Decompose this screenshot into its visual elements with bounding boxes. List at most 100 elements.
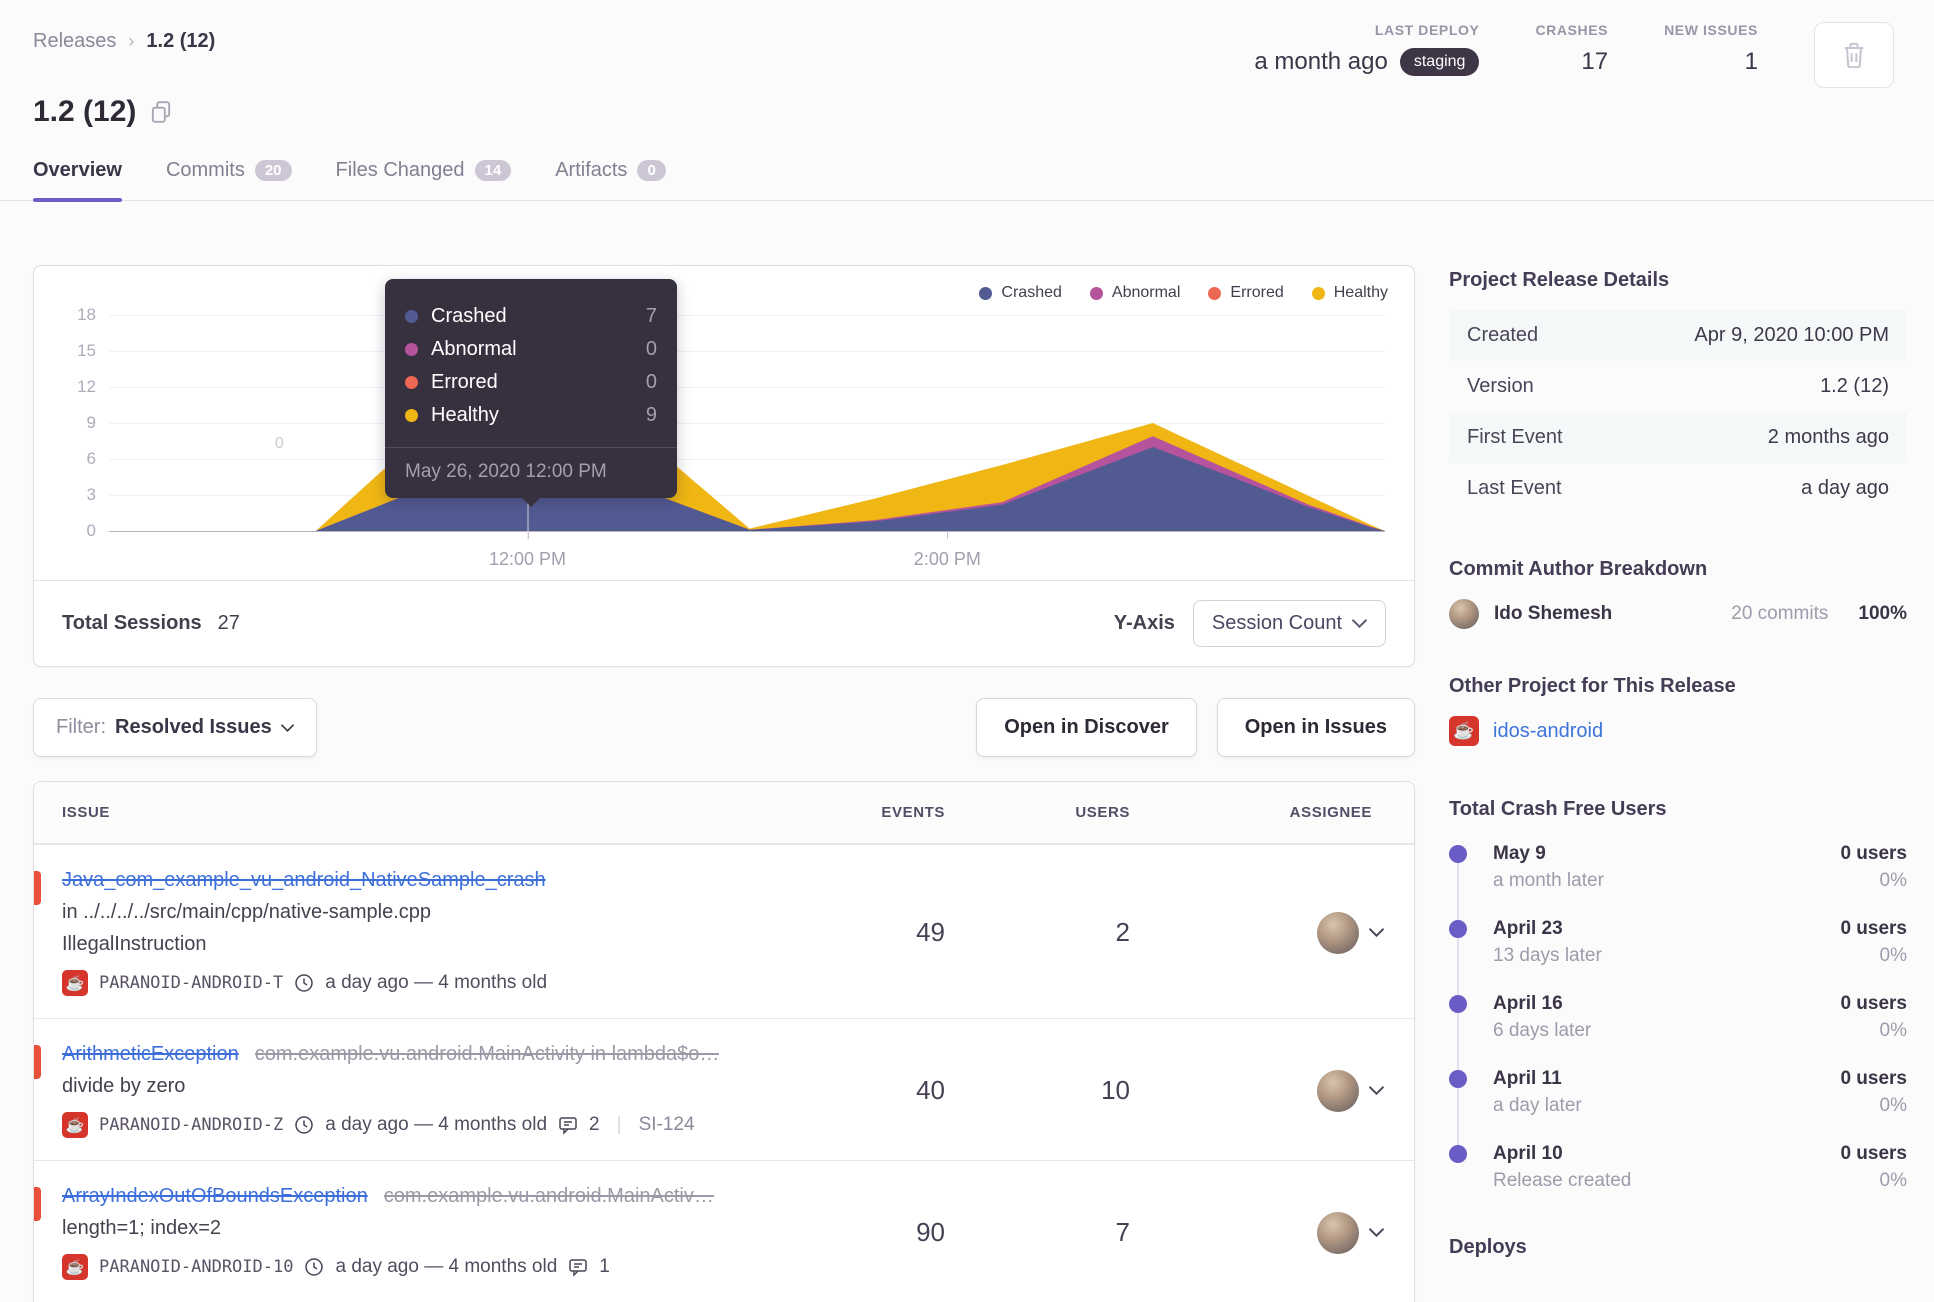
open-in-discover-button[interactable]: Open in Discover: [976, 698, 1197, 757]
issue-title-link[interactable]: ArrayIndexOutOfBoundsException: [62, 1185, 368, 1208]
clock-icon: [305, 1258, 324, 1276]
stat-last-deploy: LAST DEPLOY a month ago staging: [1254, 22, 1480, 76]
column-assignee: ASSIGNEE: [1289, 804, 1372, 821]
comment-icon: [569, 1259, 588, 1277]
avatar: [1449, 599, 1479, 629]
tooltip-row-healthy: Healthy 9: [405, 404, 657, 427]
detail-row-last-event: Last Event a day ago: [1467, 477, 1889, 499]
column-users: USERS: [1075, 804, 1130, 821]
section-heading: Other Project for This Release: [1449, 675, 1736, 697]
ghost-value-label: 0: [274, 435, 284, 452]
deploys-section: Deploys: [1449, 1236, 1907, 1259]
x-axis-labels: 12:00 PM 2:00 PM: [109, 531, 1385, 575]
chevron-down-icon: [1369, 1086, 1384, 1095]
avatar: [1317, 1069, 1359, 1112]
tab-commits[interactable]: Commits 20: [166, 159, 292, 200]
list-item: April 16 0 users 6 days later 0%: [1449, 993, 1907, 1042]
open-in-issues-button[interactable]: Open in Issues: [1216, 698, 1415, 757]
stat-crashes: CRASHES 17: [1535, 22, 1609, 75]
x-tick-label: 12:00 PM: [488, 549, 567, 569]
issue-value: length=1; index=2: [62, 1217, 222, 1239]
legend-healthy: Healthy: [1311, 284, 1388, 302]
crashed-dot-icon: [405, 310, 418, 323]
project-release-details-section: Project Release Details Created Apr 9, 20…: [1449, 269, 1907, 514]
total-sessions-value: 27: [217, 612, 240, 634]
tooltip-date: May 26, 2020 12:00 PM: [385, 447, 677, 498]
breadcrumb-current: 1.2 (12): [146, 30, 216, 52]
y-axis-select[interactable]: Session Count: [1192, 600, 1386, 647]
issue-subtitle: com.example.vu.android.MainActiv…: [383, 1185, 714, 1207]
errored-dot-icon: [405, 376, 418, 389]
tooltip-row-crashed: Crashed 7: [405, 305, 657, 328]
author-commit-count: 20 commits: [1731, 603, 1829, 624]
comment-count: 1: [599, 1256, 610, 1277]
author-row: Ido Shemesh 20 commits 100%: [1449, 599, 1907, 629]
y-tick-label: 0: [86, 521, 96, 540]
users-count: 2: [1115, 917, 1130, 947]
issue-title-link[interactable]: Java_com_example_vu_android_NativeSample…: [62, 869, 546, 892]
copy-icon[interactable]: [150, 100, 172, 124]
users-count: 10: [1101, 1075, 1130, 1105]
detail-row-first-event: First Event 2 months ago: [1449, 412, 1907, 463]
artifacts-count-badge: 0: [637, 160, 666, 181]
chart-footer: Total Sessions 27 Y-Axis Session Count: [34, 580, 1414, 666]
list-item: April 10 0 users Release created 0%: [1449, 1143, 1907, 1192]
issues-table: ISSUE EVENTS USERS ASSIGNEE Java_com_exa…: [33, 781, 1415, 1302]
issue-value: divide by zero: [62, 1075, 186, 1097]
total-sessions-label: Total Sessions: [62, 612, 202, 634]
crash-free-timeline: May 90 users a month later 0% April 23 0 u…: [1449, 843, 1907, 1192]
comment-icon: [559, 1117, 577, 1135]
detail-row-created: Created Apr 9, 2020 10:00 PM: [1449, 310, 1907, 361]
breadcrumb-releases[interactable]: Releases: [33, 30, 116, 53]
project-icon: ☕: [62, 1112, 88, 1138]
section-heading: Commit Author Breakdown: [1449, 558, 1708, 580]
issue-title-link[interactable]: ArithmeticException: [62, 1043, 239, 1066]
env-badge: staging: [1399, 48, 1480, 76]
trash-icon: [1844, 42, 1864, 69]
tab-overview[interactable]: Overview: [33, 159, 122, 202]
table-row[interactable]: ArithmeticException com.example.vu.andro…: [34, 1018, 1414, 1160]
delete-release-button[interactable]: [1814, 22, 1894, 88]
unhandled-indicator: [34, 871, 41, 905]
issue-subtitle: com.example.vu.android.MainActivity in l…: [254, 1043, 720, 1065]
tab-artifacts[interactable]: Artifacts 0: [555, 159, 666, 200]
table-row[interactable]: Java_com_example_vu_android_NativeSample…: [34, 844, 1414, 1018]
timeline-dot-icon: [1449, 920, 1467, 938]
page-header: Releases › 1.2 (12) LAST DEPLOY a month …: [0, 0, 1934, 88]
avatar: [1317, 1211, 1359, 1254]
header-stats: LAST DEPLOY a month ago staging CRASHES …: [1254, 22, 1894, 88]
other-project-link[interactable]: idos-android: [1493, 720, 1603, 743]
chart-tooltip: Crashed 7 Abnormal 0 Errored 0 Healthy 9 May…: [385, 279, 677, 507]
assignee-dropdown[interactable]: [1185, 1069, 1390, 1112]
project-slug: PARANOID-ANDROID-10: [99, 1257, 294, 1277]
chart-plot-area[interactable]: 0: [109, 315, 1385, 539]
unhandled-indicator: [34, 1045, 41, 1079]
issues-filter-dropdown[interactable]: Filter: Resolved Issues: [33, 698, 317, 757]
legend-errored: Errored: [1208, 284, 1284, 302]
legend-crashed: Crashed: [979, 284, 1062, 302]
list-item: April 11 0 users a day later 0%: [1449, 1068, 1907, 1117]
assignee-dropdown[interactable]: [1185, 911, 1390, 954]
chevron-down-icon: [1369, 928, 1384, 937]
issue-age: a day ago — 4 months old: [335, 1256, 558, 1277]
table-row[interactable]: ArrayIndexOutOfBoundsException com.examp…: [34, 1160, 1414, 1302]
issue-age: a day ago — 4 months old: [325, 1114, 548, 1135]
clock-icon: [295, 1116, 313, 1134]
detail-row-version: Version 1.2 (12): [1467, 375, 1889, 397]
sessions-chart-card: Crashed Abnormal Errored Healthy 0 3 6 9 12 1…: [33, 265, 1415, 667]
timeline-dot-icon: [1449, 1145, 1467, 1163]
chart-legend: Crashed Abnormal Errored Healthy: [979, 284, 1388, 302]
healthy-dot-icon: [405, 409, 418, 422]
x-tick: [527, 531, 529, 539]
last-deploy-value: a month ago: [1254, 48, 1388, 75]
x-tick: [947, 531, 949, 539]
timeline-dot-icon: [1449, 1070, 1467, 1088]
meta-divider: |: [616, 1114, 622, 1135]
chevron-down-icon: [1352, 619, 1367, 628]
assignee-dropdown[interactable]: [1185, 1211, 1390, 1254]
y-axis-select-label: Y-Axis: [1113, 612, 1175, 634]
crash-free-users-section: Total Crash Free Users May 90 users a mo…: [1449, 798, 1907, 1192]
tab-files-changed[interactable]: Files Changed 14: [336, 159, 512, 200]
events-count: 49: [916, 917, 945, 947]
avatar: [1317, 911, 1359, 954]
